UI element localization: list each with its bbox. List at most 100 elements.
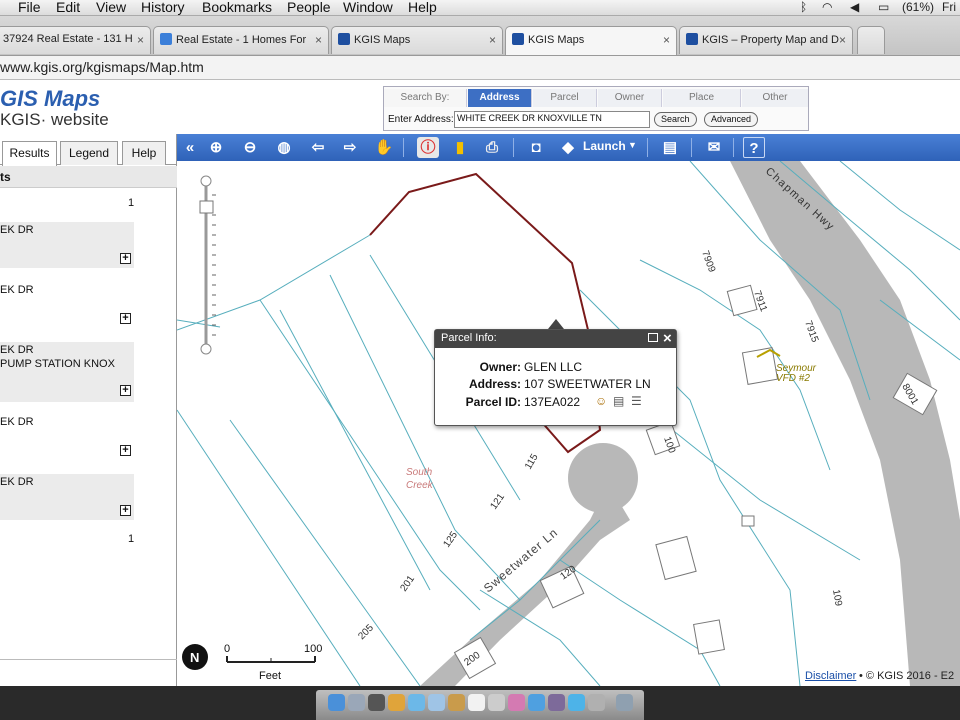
chapman-hwy-road [730, 161, 960, 686]
kgis-maps-logo[interactable]: GIS Maps [0, 86, 100, 112]
close-icon[interactable]: × [663, 330, 672, 347]
property-report-icon[interactable]: ▤ [613, 394, 624, 408]
launch-google-icon[interactable]: ◆ [557, 137, 579, 158]
chrome-icon[interactable] [388, 694, 405, 711]
next-extent-arrow-icon[interactable]: ⇨ [339, 137, 361, 158]
menu-edit[interactable]: Edit [56, 0, 80, 15]
full-extent-globe-icon[interactable]: ◍ [273, 137, 295, 158]
close-icon[interactable]: × [137, 33, 144, 47]
close-icon[interactable]: × [663, 33, 670, 47]
previous-extent-arrow-icon[interactable]: ⇦ [307, 137, 329, 158]
zoom-slider[interactable] [199, 175, 216, 355]
result-item[interactable]: EK DR + [0, 222, 134, 268]
wifi-icon[interactable]: ◠ [822, 0, 832, 14]
toolbar-separator [403, 138, 404, 157]
finder-icon[interactable] [328, 694, 345, 711]
tab-real-estate-homes[interactable]: Real Estate - 1 Homes For × [153, 26, 329, 54]
notes-icon[interactable] [488, 694, 505, 711]
pan-hand-icon[interactable]: ✋ [373, 137, 395, 158]
zoom-in-icon[interactable]: ⊕ [205, 137, 227, 158]
menu-bookmarks[interactable]: Bookmarks [202, 0, 272, 15]
search-button[interactable]: Search [654, 112, 697, 127]
tab-kgis-maps-active[interactable]: KGIS Maps × [505, 26, 677, 55]
result-item[interactable]: EK DR + [0, 474, 134, 520]
zoom-slider-plus-icon[interactable] [200, 175, 212, 187]
address-bar[interactable]: www.kgis.org/kgismaps/Map.htm [0, 56, 960, 80]
menu-window[interactable]: Window [343, 0, 393, 15]
bluetooth-icon[interactable]: ᛒ [800, 0, 807, 14]
contacts-icon[interactable] [448, 694, 465, 711]
kgis-website-link[interactable]: KGIS· website [0, 110, 109, 130]
expand-plus-icon[interactable]: + [120, 385, 131, 396]
result-line1: EK DR [0, 224, 34, 236]
close-icon[interactable]: × [839, 33, 846, 47]
photos-icon[interactable] [508, 694, 525, 711]
result-item[interactable]: EK DR + [0, 282, 134, 328]
close-icon[interactable]: × [489, 33, 496, 47]
search-tab-place[interactable]: Place [663, 89, 741, 107]
tab-legend[interactable]: Legend [60, 141, 118, 165]
fire-station-label-2: VFD #2 [776, 373, 810, 384]
tab-results[interactable]: Results [2, 141, 57, 166]
calendar-icon[interactable] [468, 694, 485, 711]
expand-plus-icon[interactable]: + [120, 313, 131, 324]
collapse-panel-icon[interactable]: « [179, 137, 201, 158]
expand-plus-icon[interactable]: + [120, 505, 131, 516]
battery-icon[interactable]: ▭ [878, 0, 889, 14]
new-tab-button[interactable] [857, 26, 885, 54]
expand-plus-icon[interactable]: + [120, 445, 131, 456]
zoom-out-icon[interactable]: ⊖ [239, 137, 261, 158]
menu-file[interactable]: File [18, 0, 41, 15]
disclaimer-link[interactable]: Disclaimer [805, 670, 856, 682]
maximize-icon[interactable] [648, 333, 658, 342]
trash-icon[interactable] [616, 694, 633, 711]
messages-icon[interactable] [568, 694, 585, 711]
safari-icon[interactable] [408, 694, 425, 711]
zoom-slider-minus-icon[interactable] [200, 343, 212, 355]
address-search-input[interactable]: WHITE CREEK DR KNOXVILLE TN [454, 111, 650, 128]
parcel-id-value: 137EA022 [524, 395, 581, 409]
kgis-favicon-icon [512, 33, 524, 45]
menu-history[interactable]: History [141, 0, 185, 15]
menu-people[interactable]: People [287, 0, 331, 15]
close-icon[interactable]: × [315, 33, 322, 47]
advanced-button[interactable]: Advanced [704, 112, 759, 127]
expand-plus-icon[interactable]: + [120, 253, 131, 264]
itunes-icon[interactable] [548, 694, 565, 711]
camera-photo-icon[interactable]: ◘ [525, 137, 547, 158]
email-map-icon[interactable]: ✉ [703, 137, 725, 158]
system-icon[interactable] [368, 694, 385, 711]
result-item[interactable]: EK DR + [0, 414, 134, 460]
highlight-marker-icon[interactable]: ▮ [449, 137, 471, 158]
print-icon[interactable]: ⎙ [481, 137, 503, 158]
volume-icon[interactable]: ◀ [850, 0, 859, 14]
search-tab-other[interactable]: Other [742, 89, 808, 107]
identify-info-icon[interactable]: ⓘ [417, 137, 439, 158]
parcel-number: 115 [523, 452, 541, 472]
result-item[interactable]: EK DR PUMP STATION KNOX + [0, 342, 134, 402]
search-tab-parcel[interactable]: Parcel [533, 89, 597, 107]
tab-kgis-property-map[interactable]: KGIS – Property Map and D × [679, 26, 853, 54]
url-text[interactable]: www.kgis.org/kgismaps/Map.htm [0, 59, 204, 75]
zoom-slider-handle[interactable] [199, 200, 214, 214]
owner-card-icon[interactable]: ☺ [595, 394, 607, 408]
parcel-number: 121 [488, 491, 507, 511]
search-tab-address[interactable]: Address [468, 89, 532, 107]
appstore-icon[interactable] [528, 694, 545, 711]
tab-kgis-maps-1[interactable]: KGIS Maps × [331, 26, 503, 54]
menu-view[interactable]: View [96, 0, 126, 15]
launch-menu-label[interactable]: Launch [583, 139, 626, 153]
search-tab-owner[interactable]: Owner [598, 89, 662, 107]
tab-help[interactable]: Help [122, 141, 166, 165]
launchpad-icon[interactable] [348, 694, 365, 711]
toolbar-separator [691, 138, 692, 157]
clock-day[interactable]: Fri [942, 0, 956, 14]
tab-real-estate-131[interactable]: 37924 Real Estate - 131 H × [0, 26, 151, 54]
chevron-down-icon[interactable]: ▼ [628, 140, 637, 150]
details-list-icon[interactable]: ☰ [631, 394, 642, 408]
preferences-icon[interactable] [588, 694, 605, 711]
help-question-icon[interactable]: ? [743, 137, 765, 158]
menu-help[interactable]: Help [408, 0, 437, 15]
measure-ruler-icon[interactable]: ▤ [659, 137, 681, 158]
mail-icon[interactable] [428, 694, 445, 711]
